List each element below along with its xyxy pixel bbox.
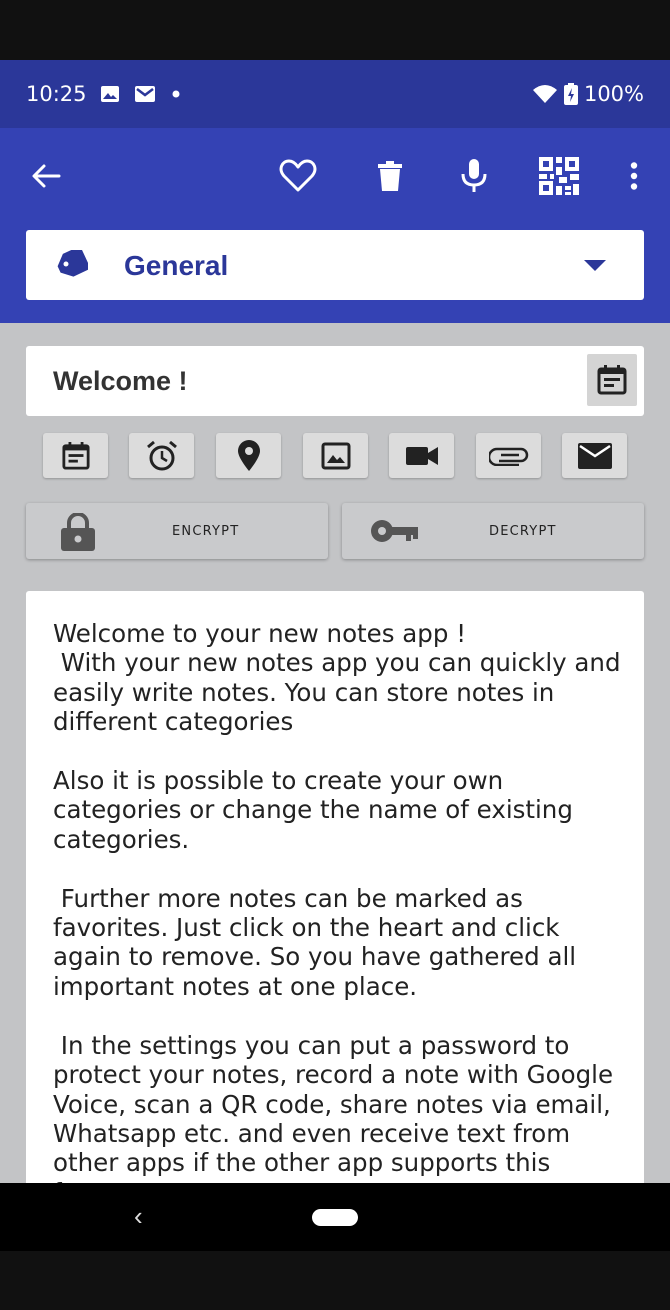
video-icon (405, 446, 438, 465)
category-label: General (124, 250, 229, 281)
add-image-button[interactable] (303, 433, 368, 478)
system-nav-bar: ‹ (0, 1183, 670, 1251)
voice-button[interactable] (446, 148, 502, 204)
trash-icon (378, 161, 402, 191)
key-icon (371, 520, 418, 542)
alarm-icon (146, 440, 177, 470)
notification-icons (100, 85, 182, 103)
delete-button[interactable] (362, 148, 418, 204)
status-bar: 10:25 100% (0, 60, 670, 128)
bottom-frame (0, 1251, 670, 1310)
more-vert-icon (630, 162, 638, 190)
title-field[interactable]: Welcome ! (26, 346, 644, 416)
date-button[interactable] (587, 354, 637, 406)
decrypt-button[interactable]: DECRYPT (342, 503, 644, 559)
mic-icon (461, 159, 487, 192)
decrypt-label: DECRYPT (489, 524, 557, 539)
lock-icon (61, 513, 95, 551)
attachment-toolbar (43, 433, 627, 478)
category-selector[interactable]: General (26, 230, 644, 300)
qr-code-icon (539, 157, 579, 195)
battery-level: 100% (583, 82, 644, 106)
encrypt-button[interactable]: ENCRYPT (26, 503, 328, 559)
image-icon (321, 442, 350, 469)
heart-icon (279, 159, 317, 192)
favorite-button[interactable] (270, 148, 326, 204)
note-title[interactable]: Welcome ! (53, 366, 188, 397)
status-right: 100% (532, 82, 644, 106)
calendar-icon (61, 441, 90, 470)
calendar-icon (597, 365, 627, 395)
note-body[interactable]: Welcome to your new notes app ! With you… (53, 619, 623, 1183)
back-button[interactable] (18, 148, 74, 204)
back-arrow-icon (32, 164, 61, 188)
add-alarm-button[interactable] (129, 433, 194, 478)
note-body-field[interactable]: Welcome to your new notes app ! With you… (26, 591, 644, 1183)
add-attachment-button[interactable] (476, 433, 541, 478)
top-frame (0, 0, 670, 60)
tag-icon (57, 250, 88, 277)
battery-icon (563, 83, 578, 105)
qr-button[interactable] (531, 148, 587, 204)
add-location-button[interactable] (216, 433, 281, 478)
gallery-notification-icon (101, 86, 119, 102)
attachment-icon (488, 447, 528, 466)
dropdown-arrow-icon (584, 260, 606, 271)
share-email-button[interactable] (562, 433, 627, 478)
add-date-button[interactable] (43, 433, 108, 478)
more-options-button[interactable] (606, 148, 662, 204)
email-icon (577, 442, 612, 469)
status-time: 10:25 (26, 82, 87, 106)
nav-back-icon[interactable]: ‹ (134, 1201, 143, 1232)
app-header: General (0, 128, 670, 323)
encrypt-label: ENCRYPT (172, 524, 240, 539)
wifi-icon (532, 85, 557, 103)
note-editor: Welcome ! ENCRYPT DECRYPT Welcome to you… (0, 323, 670, 1183)
add-video-button[interactable] (389, 433, 454, 478)
nav-home-pill[interactable] (312, 1209, 358, 1226)
dot-notification-icon (172, 90, 180, 98)
mail-notification-icon (135, 86, 155, 102)
location-icon (237, 439, 260, 471)
